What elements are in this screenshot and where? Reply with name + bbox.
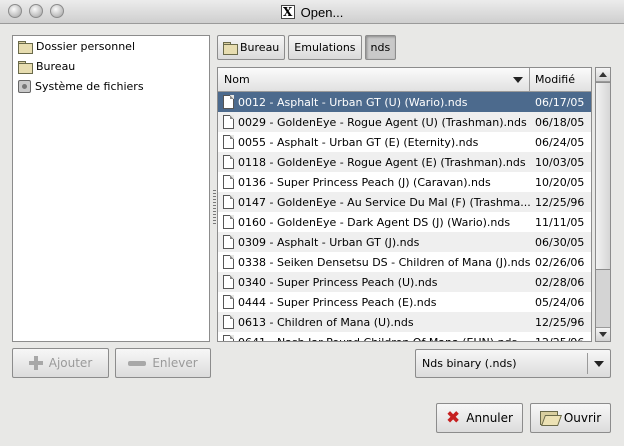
file-icon (223, 315, 234, 329)
file-icon (223, 275, 234, 289)
file-icon (223, 95, 234, 109)
file-icon (223, 235, 234, 249)
chevron-down-icon (588, 360, 610, 367)
file-row[interactable]: 0055 - Asphalt - Urban GT (E) (Eternity)… (218, 132, 591, 152)
file-list-header: Nom Modifié (218, 68, 591, 92)
path-label: Emulations (294, 41, 356, 54)
file-icon (223, 335, 234, 341)
file-modified-date: 02/28/06 (535, 275, 585, 289)
file-rows: 0012 - Asphalt - Urban GT (U) (Wario).nd… (218, 92, 591, 342)
file-icon (223, 115, 234, 129)
sort-descending-icon (513, 77, 523, 83)
add-label: Ajouter (48, 356, 93, 370)
file-icon (223, 215, 234, 229)
file-modified-date: 10/20/05 (535, 175, 585, 189)
column-header-modified[interactable]: Modifié (530, 68, 591, 91)
place-label: Dossier personnel (36, 39, 136, 53)
file-list: Nom Modifié 0012 - Asphalt - Urban GT (U… (217, 67, 592, 342)
file-name: 0309 - Asphalt - Urban GT (J).nds (238, 235, 420, 249)
folder-icon (18, 60, 33, 74)
file-name: 0118 - GoldenEye - Rogue Agent (E) (Tras… (238, 155, 526, 169)
place-item-desktop[interactable]: Bureau (13, 56, 209, 76)
file-modified-date: 06/30/05 (535, 235, 585, 249)
file-icon (223, 155, 234, 169)
title-bar: X Open... (0, 0, 624, 24)
place-item-filesystem[interactable]: Système de fichiers (13, 76, 209, 96)
path-button-bureau[interactable]: Bureau (217, 35, 286, 60)
file-modified-date: 12/25/96 (535, 335, 585, 342)
pane-resize-handle[interactable] (213, 190, 216, 226)
file-row[interactable]: 0136 - Super Princess Peach (J) (Caravan… (218, 172, 591, 192)
file-modified-date: 05/24/06 (535, 295, 585, 309)
place-item-home[interactable]: Dossier personnel (13, 36, 209, 56)
column-header-name[interactable]: Nom (218, 68, 530, 91)
file-icon (223, 175, 234, 189)
file-row[interactable]: 0613 - Children of Mana (U).nds 12/25/96 (218, 312, 591, 332)
file-name: 0147 - GoldenEye - Au Service Du Mal (F)… (238, 195, 530, 209)
plus-icon (28, 356, 43, 370)
file-row[interactable]: 0309 - Asphalt - Urban GT (J).nds 06/30/0… (218, 232, 591, 252)
file-row[interactable]: 0338 - Seiken Densetsu DS - Children of … (218, 252, 591, 272)
file-type-filter[interactable]: Nds binary (.nds) (415, 349, 611, 378)
file-name: 0160 - GoldenEye - Dark Agent DS (J) (Wa… (238, 215, 511, 229)
open-folder-icon (539, 411, 558, 425)
path-label: Bureau (240, 41, 280, 54)
file-icon (223, 255, 234, 269)
file-row[interactable]: 0641 - Nash Jar Pound Children Of Mana (… (218, 332, 591, 342)
open-button[interactable]: Ouvrir (530, 403, 611, 433)
folder-icon (18, 40, 33, 54)
file-name: 0340 - Super Princess Peach (U).nds (238, 275, 438, 289)
file-icon (223, 135, 234, 149)
file-row[interactable]: 0147 - GoldenEye - Au Service Du Mal (F)… (218, 192, 591, 212)
file-name: 0029 - GoldenEye - Rogue Agent (U) (Tras… (238, 115, 527, 129)
file-name: 0338 - Seiken Densetsu DS - Children of … (238, 255, 530, 269)
file-name: 0055 - Asphalt - Urban GT (E) (Eternity)… (238, 135, 479, 149)
file-name: 0012 - Asphalt - Urban GT (U) (Wario).nd… (238, 95, 468, 109)
place-label: Bureau (36, 59, 76, 73)
file-icon (223, 295, 234, 309)
cancel-icon: ✖ (446, 408, 461, 428)
file-name: 0641 - Nash Jar Pound Children Of Mana (… (238, 335, 518, 342)
vertical-scrollbar[interactable] (595, 67, 611, 342)
file-modified-date: 02/26/06 (535, 255, 585, 269)
cancel-label: Annuler (466, 411, 513, 425)
places-sidebar: Dossier personnel Bureau Système de fich… (12, 35, 210, 342)
file-modified-date: 06/24/05 (535, 135, 585, 149)
add-button[interactable]: Ajouter (12, 348, 109, 378)
file-row[interactable]: 0012 - Asphalt - Urban GT (U) (Wario).nd… (218, 92, 591, 112)
file-modified-date: 12/25/96 (535, 195, 585, 209)
file-name: 0613 - Children of Mana (U).nds (238, 315, 414, 329)
path-button-nds[interactable]: nds (364, 35, 397, 60)
scroll-down-arrow[interactable] (596, 327, 610, 341)
minus-icon (128, 360, 147, 366)
drive-icon (18, 79, 31, 93)
file-modified-date: 12/25/96 (535, 315, 585, 329)
file-modified-date: 06/18/05 (535, 115, 585, 129)
x11-icon: X (280, 5, 295, 19)
scroll-up-arrow[interactable] (596, 68, 610, 82)
remove-label: Enlever (152, 356, 198, 370)
path-label: nds (370, 41, 391, 54)
scrollbar-thumb[interactable] (596, 82, 610, 270)
cancel-button[interactable]: ✖ Annuler (436, 403, 523, 433)
folder-icon (223, 42, 238, 55)
file-name: 0136 - Super Princess Peach (J) (Caravan… (238, 175, 491, 189)
path-button-emulations[interactable]: Emulations (288, 35, 362, 60)
file-modified-date: 06/17/05 (535, 95, 585, 109)
file-row[interactable]: 0029 - GoldenEye - Rogue Agent (U) (Tras… (218, 112, 591, 132)
file-modified-date: 11/11/05 (535, 215, 585, 229)
file-name: 0444 - Super Princess Peach (E).nds (238, 295, 437, 309)
file-row[interactable]: 0118 - GoldenEye - Rogue Agent (E) (Tras… (218, 152, 591, 172)
file-modified-date: 10/03/05 (535, 155, 585, 169)
place-label: Système de fichiers (35, 79, 144, 93)
path-bar: Bureau Emulations nds (217, 35, 397, 60)
open-label: Ouvrir (563, 411, 602, 425)
remove-button[interactable]: Enlever (115, 348, 211, 378)
filter-selected-value: Nds binary (.nds) (422, 357, 517, 370)
file-row[interactable]: 0444 - Super Princess Peach (E).nds 05/24… (218, 292, 591, 312)
file-row[interactable]: 0160 - GoldenEye - Dark Agent DS (J) (Wa… (218, 212, 591, 232)
window-title: Open... (300, 4, 344, 20)
file-row[interactable]: 0340 - Super Princess Peach (U).nds 02/28… (218, 272, 591, 292)
file-icon (223, 195, 234, 209)
